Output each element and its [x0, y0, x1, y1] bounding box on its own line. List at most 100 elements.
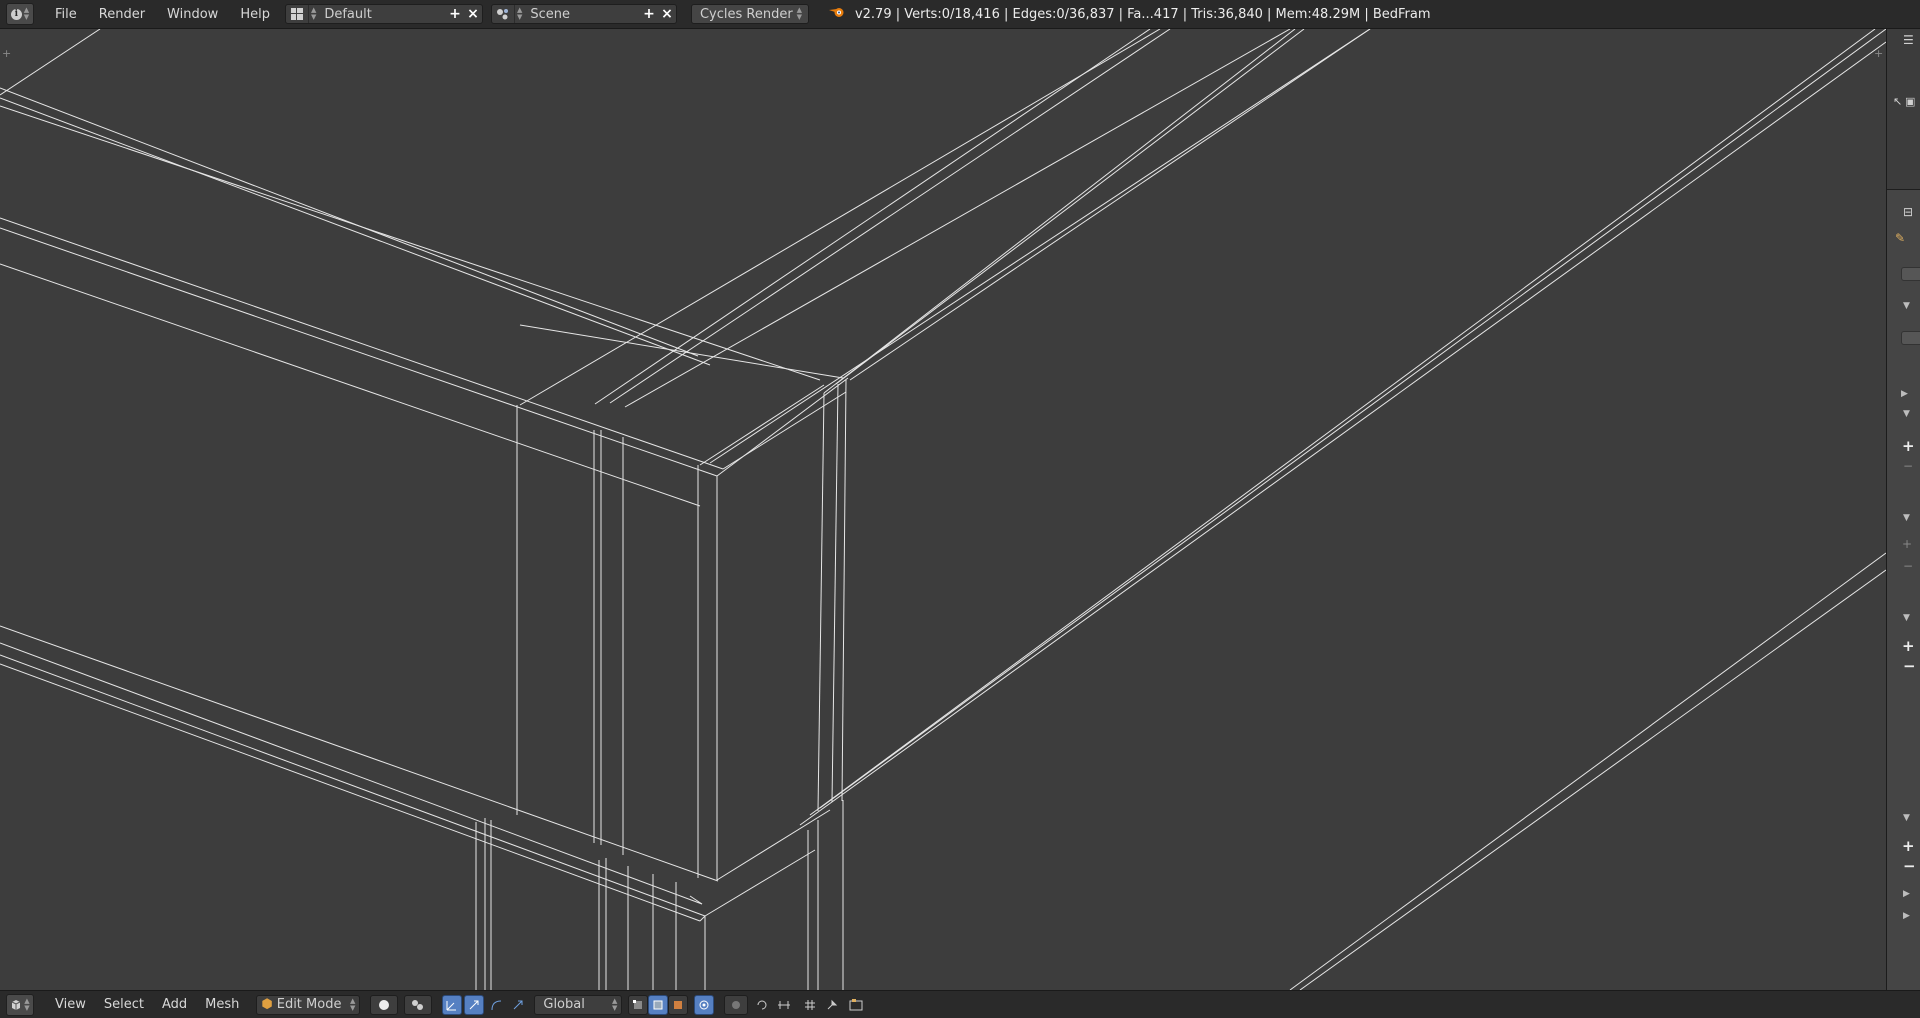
- menu-mesh[interactable]: Mesh: [196, 997, 248, 1012]
- menu-help[interactable]: Help: [229, 7, 281, 22]
- menu-select[interactable]: Select: [95, 997, 153, 1012]
- menu-add[interactable]: Add: [153, 997, 196, 1012]
- scene-selector[interactable]: ▲ ▼ Scene + ×: [490, 4, 677, 24]
- panel-collapse-icon[interactable]: ▼: [1903, 813, 1910, 823]
- panel-collapse-icon[interactable]: ▼: [1903, 301, 1910, 311]
- editor-type-selector[interactable]: ▲ ▼: [6, 993, 34, 1016]
- editor-type-selector[interactable]: i ▲ ▼: [6, 3, 34, 25]
- layout-name[interactable]: Default: [316, 7, 446, 22]
- chevron-updown-icon: ▲ ▼: [611, 996, 618, 1012]
- outliner-area[interactable]: ☰ ↖ ▣: [1887, 29, 1920, 190]
- 3d-viewport[interactable]: + +: [0, 29, 1886, 990]
- translate-manipulator-button[interactable]: [464, 994, 485, 1015]
- 3d-viewport-icon: [12, 999, 21, 1010]
- edge-select-button[interactable]: [648, 994, 669, 1015]
- opengl-render-icon: [849, 998, 863, 1010]
- screen-layout-icon: [286, 5, 309, 23]
- panel-collapse-icon[interactable]: ▼: [1903, 613, 1910, 623]
- snap-toggle[interactable]: [800, 995, 820, 1015]
- snap-element-button[interactable]: [774, 995, 794, 1015]
- limit-selection-toggle[interactable]: [694, 994, 715, 1015]
- add-scene-button[interactable]: +: [640, 6, 658, 22]
- proportional-falloff-button[interactable]: [752, 995, 772, 1015]
- panel-collapse-icon[interactable]: ▼: [1903, 513, 1910, 523]
- chevron-updown-icon: ▲ ▼: [23, 6, 30, 21]
- interaction-mode-selector[interactable]: ⬢ Edit Mode ▲ ▼: [256, 994, 361, 1015]
- pivot-point-icon: [412, 999, 424, 1010]
- mode-label[interactable]: Edit Mode: [273, 997, 348, 1012]
- blender-logo-icon: [828, 6, 845, 22]
- proportional-edit-icon: [732, 1000, 741, 1009]
- limit-selection-icon: [699, 1000, 709, 1009]
- render-engine-selector[interactable]: Cycles Render ▲ ▼: [690, 4, 809, 24]
- scene-statistics: v2.79 | Verts:0/18,416 | Edges:0/36,837 …: [828, 6, 1431, 22]
- area-split-corner[interactable]: +: [1874, 47, 1883, 60]
- vertex-select-icon: [633, 999, 643, 1009]
- scene-name[interactable]: Scene: [522, 7, 640, 22]
- rotate-manipulator-icon: [491, 1000, 502, 1010]
- property-field[interactable]: [1901, 331, 1920, 345]
- menu-file[interactable]: File: [44, 7, 88, 22]
- panel-collapse-icon[interactable]: ▼: [1903, 409, 1910, 419]
- panel-expand-icon[interactable]: ▶: [1903, 889, 1910, 899]
- right-side-panels: ☰ ↖ ▣ ⊟ ✎ ▼ ▶ ▼ + − ▼ + − ▼ + − ▼ + − ▶ …: [1886, 29, 1920, 990]
- panel-expand-icon[interactable]: ▶: [1901, 389, 1908, 399]
- chevron-updown-icon: ▲ ▼: [796, 6, 802, 21]
- remove-slot-button[interactable]: −: [1903, 459, 1913, 473]
- stats-text: v2.79 | Verts:0/18,416 | Edges:0/36,837 …: [854, 6, 1431, 22]
- translate-manipulator-icon: [446, 1000, 457, 1010]
- orientation-label[interactable]: Global: [535, 997, 610, 1012]
- add-slot-button[interactable]: +: [1902, 437, 1915, 455]
- remove-layout-button[interactable]: ×: [464, 6, 482, 22]
- viewport-shading-selector[interactable]: [370, 994, 399, 1015]
- edit-mode-icon: ⬢: [261, 997, 273, 1012]
- remove-slot-button[interactable]: −: [1903, 657, 1916, 675]
- add-slot-button[interactable]: +: [1902, 537, 1912, 551]
- snap-target-button[interactable]: [822, 995, 842, 1015]
- chevron-updown-icon: ▲ ▼: [24, 996, 30, 1012]
- opengl-render-button[interactable]: [846, 995, 866, 1015]
- pivot-point-selector[interactable]: [404, 994, 433, 1015]
- info-icon: i: [10, 8, 22, 20]
- info-header: i ▲ ▼ File Render Window Help ▲ ▼ Default …: [0, 0, 1920, 29]
- remove-scene-button[interactable]: ×: [658, 6, 676, 22]
- vertex-select-button[interactable]: [628, 994, 649, 1015]
- menu-view[interactable]: View: [46, 997, 95, 1012]
- remove-slot-button[interactable]: −: [1903, 857, 1916, 875]
- snap-icon: [805, 999, 816, 1010]
- cursor-pointer-icon: ↖: [1893, 95, 1903, 108]
- scene-icon: [492, 5, 515, 23]
- rotate-manipulator-button[interactable]: [486, 995, 506, 1015]
- properties-icon[interactable]: ⊟: [1903, 205, 1913, 219]
- menu-render[interactable]: Render: [88, 7, 156, 22]
- transform-orientation-selector[interactable]: Global ▲ ▼: [534, 994, 623, 1015]
- remove-slot-button[interactable]: −: [1903, 559, 1913, 573]
- outliner-icon[interactable]: ☰: [1903, 33, 1914, 47]
- edge-select-icon: [653, 1000, 663, 1009]
- camera-icon[interactable]: ▣: [1905, 95, 1915, 108]
- snap-target-icon: [828, 999, 838, 1009]
- manipulator-toggle[interactable]: [442, 994, 463, 1015]
- face-select-icon: [674, 1000, 683, 1009]
- face-select-button[interactable]: [668, 994, 689, 1015]
- panel-expand-icon[interactable]: ▶: [1903, 911, 1910, 921]
- chevron-updown-icon: ▲ ▼: [349, 996, 356, 1012]
- falloff-curve-icon: [757, 1000, 767, 1009]
- pin-icon[interactable]: ✎: [1895, 231, 1905, 245]
- screen-layout-selector[interactable]: ▲ ▼ Default + ×: [284, 4, 483, 24]
- property-field[interactable]: [1901, 267, 1920, 281]
- translate-arrow-icon: [470, 1000, 479, 1009]
- add-slot-button[interactable]: +: [1902, 637, 1915, 655]
- area-split-corner[interactable]: +: [2, 47, 11, 60]
- solid-shading-icon: [379, 999, 390, 1010]
- scale-manipulator-icon: [514, 1000, 523, 1009]
- scale-manipulator-button[interactable]: [508, 995, 528, 1015]
- mesh-wireframe: [0, 29, 1886, 990]
- add-slot-button[interactable]: +: [1902, 837, 1915, 855]
- render-engine-label[interactable]: Cycles Render: [692, 7, 795, 22]
- viewport-header: ▲ ▼ View Select Add Mesh ⬢ Edit Mode ▲ ▼ G…: [0, 990, 1920, 1018]
- menu-window[interactable]: Window: [156, 7, 229, 22]
- add-layout-button[interactable]: +: [446, 6, 464, 22]
- proportional-edit-selector[interactable]: [724, 994, 749, 1015]
- snap-element-icon: [778, 1000, 791, 1009]
